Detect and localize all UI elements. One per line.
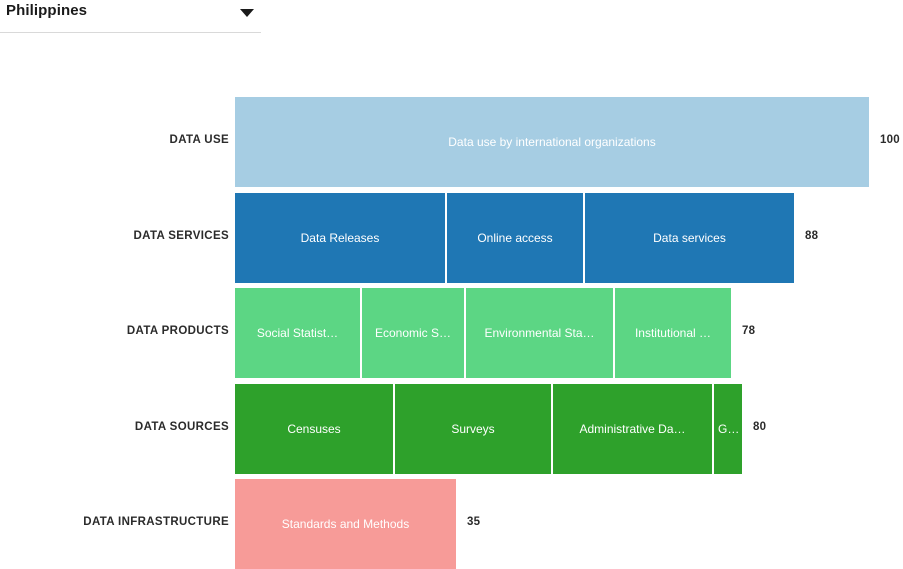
- bar-segment[interactable]: Institutional …: [613, 288, 731, 378]
- bar-segment-label: Data services: [653, 230, 726, 245]
- bar-segment-label: Administrative Da…: [579, 421, 686, 436]
- chart-row-value: 88: [805, 229, 819, 242]
- bar-segment[interactable]: Standards and Methods: [235, 479, 456, 569]
- stacked-bar: Censuses Surveys Administrative Da… G…: [235, 383, 742, 474]
- bar-segment-label: Online access: [477, 230, 553, 245]
- chart-row-value: 35: [467, 516, 481, 528]
- chart-row-label: DATA SOURCES: [134, 420, 229, 433]
- bar-segment[interactable]: Environmental Sta…: [464, 288, 613, 378]
- chart-row-label: DATA SERVICES: [133, 229, 229, 242]
- bar-segment[interactable]: Administrative Da…: [551, 383, 712, 474]
- chart-row-value: 78: [742, 325, 756, 337]
- bar-segment-label: Environmental Sta…: [484, 326, 595, 340]
- chart-row-label: DATA INFRASTRUCTURE: [83, 516, 229, 528]
- bar-segment[interactable]: Data use by international organizations: [235, 97, 869, 187]
- stacked-bar: Social Statist… Economic S… Environmental …: [235, 288, 731, 378]
- chart-row: DATA PRODUCTS Social Statist… Economic S… E…: [0, 288, 903, 378]
- bar-segment[interactable]: Surveys: [393, 383, 551, 474]
- bar-segment-label: Institutional …: [634, 326, 712, 340]
- chart-row: DATA USE Data use by international organi…: [0, 97, 903, 187]
- chart-row-value: 100: [880, 134, 900, 146]
- bar-segment-label: Economic S…: [374, 326, 452, 340]
- chart-row-value: 80: [753, 420, 767, 433]
- stacked-bar: Standards and Methods: [235, 479, 456, 569]
- stacked-bar: Data use by international organizations: [235, 97, 869, 187]
- bar-segment-label: Data Releases: [300, 230, 380, 245]
- bar-segment-label: Data use by international organizations: [448, 135, 656, 149]
- bar-segment-label: G…: [718, 421, 740, 436]
- bar-segment[interactable]: Economic S…: [360, 288, 464, 378]
- bar-segment-label: Surveys: [451, 421, 495, 436]
- bar-segment[interactable]: Social Statist…: [235, 288, 360, 378]
- chart-row: DATA INFRASTRUCTURE Standards and Methods…: [0, 479, 903, 569]
- bar-segment[interactable]: Online access: [445, 192, 583, 283]
- chart-row: DATA SOURCES Censuses Surveys Administrativ…: [0, 383, 903, 474]
- chart-row: DATA SERVICES Data Releases Online access D…: [0, 192, 903, 283]
- bar-segment-label: Standards and Methods: [281, 517, 410, 531]
- bar-segment-label: Censuses: [287, 421, 341, 436]
- chart-row-label: DATA PRODUCTS: [126, 325, 229, 337]
- bar-segment[interactable]: Censuses: [235, 383, 393, 474]
- bar-segment[interactable]: Data services: [583, 192, 794, 283]
- bar-segment-label: Social Statist…: [256, 326, 339, 340]
- pillar-bar-chart: DATA USE Data use by international organi…: [0, 0, 903, 569]
- bar-segment[interactable]: Data Releases: [235, 192, 445, 283]
- chart-row-label: DATA USE: [169, 134, 229, 146]
- stacked-bar: Data Releases Online access Data services: [235, 192, 794, 283]
- statistical-performance-dashboard: Philippines DATA USE Data use by internat…: [0, 0, 903, 569]
- bar-segment[interactable]: G…: [712, 383, 742, 474]
